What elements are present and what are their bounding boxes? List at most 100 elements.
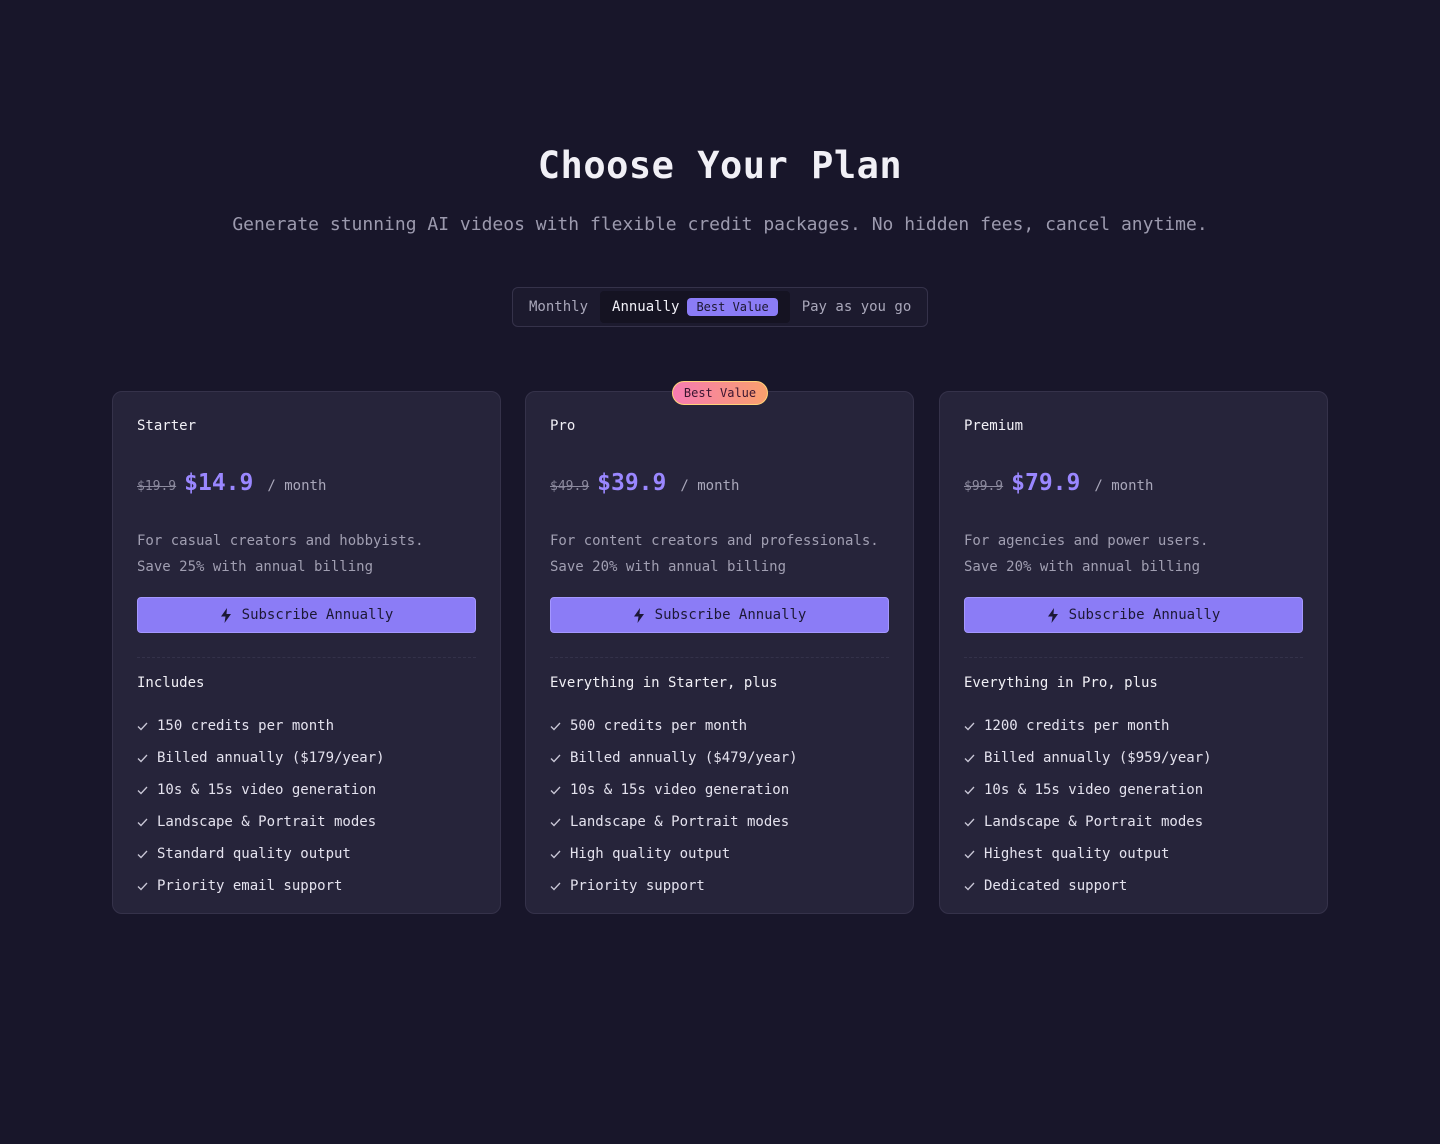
check-icon <box>137 786 157 795</box>
check-icon <box>137 722 157 731</box>
price-row: $49.9 $39.9 / month <box>550 470 739 496</box>
check-icon <box>964 722 984 731</box>
plan-savings-text: Save 20% with annual billing <box>550 559 787 575</box>
divider <box>550 657 889 658</box>
pricing-page: Choose Your Plan Generate stunning AI vi… <box>0 0 1440 1144</box>
check-icon <box>550 786 570 795</box>
check-icon <box>964 882 984 891</box>
plan-card-premium: Premium $99.9 $79.9 / month For agencies… <box>939 391 1328 914</box>
check-icon <box>964 786 984 795</box>
divider <box>964 657 1303 658</box>
billing-period-toggle: Monthly Annually Best Value Pay as you g… <box>512 287 928 327</box>
feature-item: Priority email support <box>137 870 385 902</box>
features-heading: Everything in Pro, plus <box>964 675 1158 691</box>
feature-item: 10s & 15s video generation <box>550 774 798 806</box>
old-price: $19.9 <box>137 479 177 494</box>
feature-item: Billed annually ($179/year) <box>137 742 385 774</box>
feature-text: Highest quality output <box>984 846 1170 862</box>
feature-text: Landscape & Portrait modes <box>157 814 377 830</box>
plan-description: For agencies and power users. Save 20% w… <box>964 528 1208 580</box>
plan-savings-text: Save 20% with annual billing <box>964 559 1201 575</box>
tab-pay-as-you-go[interactable]: Pay as you go <box>790 291 924 323</box>
check-icon <box>550 754 570 763</box>
plan-description-text: For content creators and professionals. <box>550 533 879 549</box>
feature-item: Billed annually ($959/year) <box>964 742 1212 774</box>
subscribe-button-label: Subscribe Annually <box>654 607 807 623</box>
feature-item: High quality output <box>550 838 798 870</box>
feature-item: 150 credits per month <box>137 710 385 742</box>
feature-text: 10s & 15s video generation <box>157 782 377 798</box>
current-price: $79.9 <box>1011 470 1081 496</box>
lightning-icon <box>633 607 644 623</box>
check-icon <box>964 818 984 827</box>
feature-text: Priority email support <box>157 878 343 894</box>
lightning-icon <box>1047 607 1058 623</box>
price-period: / month <box>267 478 327 494</box>
plan-card-pro: Best Value Pro $49.9 $39.9 / month For c… <box>525 381 914 914</box>
check-icon <box>964 850 984 859</box>
current-price: $14.9 <box>184 470 254 496</box>
feature-list: 150 credits per month Billed annually ($… <box>137 710 385 902</box>
feature-text: 500 credits per month <box>570 718 748 734</box>
price-period: / month <box>680 478 740 494</box>
old-price: $99.9 <box>964 479 1004 494</box>
price-row: $19.9 $14.9 / month <box>137 470 326 496</box>
feature-item: Landscape & Portrait modes <box>964 806 1212 838</box>
check-icon <box>137 754 157 763</box>
tab-annually-label: Annually <box>612 299 680 315</box>
divider <box>137 657 476 658</box>
check-icon <box>964 754 984 763</box>
plan-description-text: For casual creators and hobbyists. <box>137 533 424 549</box>
page-subtitle: Generate stunning AI videos with flexibl… <box>232 214 1208 235</box>
price-row: $99.9 $79.9 / month <box>964 470 1153 496</box>
price-period: / month <box>1094 478 1154 494</box>
check-icon <box>550 882 570 891</box>
feature-text: Billed annually ($179/year) <box>157 750 385 766</box>
plan-card-starter: Starter $19.9 $14.9 / month For casual c… <box>112 391 501 914</box>
feature-text: Dedicated support <box>984 878 1128 894</box>
feature-item: Standard quality output <box>137 838 385 870</box>
feature-text: Billed annually ($479/year) <box>570 750 798 766</box>
plan-description-text: For agencies and power users. <box>964 533 1209 549</box>
best-value-badge: Best Value <box>687 298 778 316</box>
page-title: Choose Your Plan <box>537 144 903 187</box>
check-icon <box>550 722 570 731</box>
check-icon <box>137 850 157 859</box>
check-icon <box>550 850 570 859</box>
best-value-ribbon: Best Value <box>672 381 768 405</box>
check-icon <box>550 818 570 827</box>
check-icon <box>137 882 157 891</box>
plan-description: For casual creators and hobbyists. Save … <box>137 528 424 580</box>
subscribe-button-label: Subscribe Annually <box>241 607 394 623</box>
tab-monthly[interactable]: Monthly <box>517 291 600 323</box>
feature-item: Priority support <box>550 870 798 902</box>
feature-item: 1200 credits per month <box>964 710 1212 742</box>
feature-item: 10s & 15s video generation <box>964 774 1212 806</box>
old-price: $49.9 <box>550 479 590 494</box>
features-heading: Everything in Starter, plus <box>550 675 778 691</box>
plan-savings-text: Save 25% with annual billing <box>137 559 374 575</box>
tab-annually[interactable]: Annually Best Value <box>600 291 790 323</box>
feature-item: 500 credits per month <box>550 710 798 742</box>
feature-text: 10s & 15s video generation <box>984 782 1204 798</box>
subscribe-button[interactable]: Subscribe Annually <box>137 597 476 633</box>
features-heading: Includes <box>137 675 205 691</box>
feature-item: Landscape & Portrait modes <box>550 806 798 838</box>
feature-text: 10s & 15s video generation <box>570 782 790 798</box>
plan-name: Starter <box>137 418 197 434</box>
feature-text: Priority support <box>570 878 705 894</box>
feature-item: Highest quality output <box>964 838 1212 870</box>
feature-text: 1200 credits per month <box>984 718 1170 734</box>
subscribe-button[interactable]: Subscribe Annually <box>550 597 889 633</box>
feature-text: Landscape & Portrait modes <box>984 814 1204 830</box>
feature-item: Dedicated support <box>964 870 1212 902</box>
lightning-icon <box>220 607 231 623</box>
subscribe-button-label: Subscribe Annually <box>1068 607 1221 623</box>
plan-name: Premium <box>964 418 1024 434</box>
plan-name: Pro <box>550 418 576 434</box>
feature-item: Billed annually ($479/year) <box>550 742 798 774</box>
feature-item: 10s & 15s video generation <box>137 774 385 806</box>
subscribe-button[interactable]: Subscribe Annually <box>964 597 1303 633</box>
feature-list: 500 credits per month Billed annually ($… <box>550 710 798 902</box>
feature-list: 1200 credits per month Billed annually (… <box>964 710 1212 902</box>
